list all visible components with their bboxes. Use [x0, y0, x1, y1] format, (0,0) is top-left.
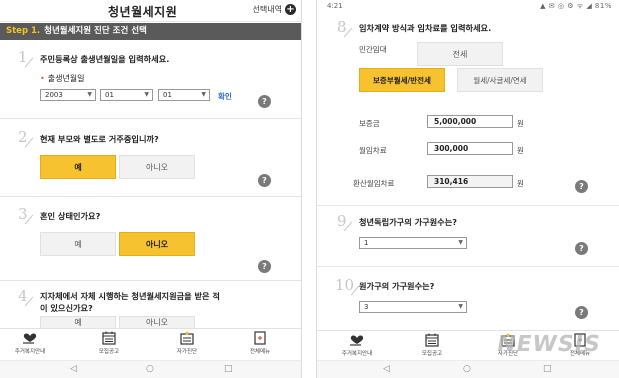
- chevron-down-icon: ▼: [144, 91, 149, 98]
- nav-label: 주거복지안내: [14, 349, 46, 355]
- lease-option-monthly[interactable]: 월세/사글세/연세: [457, 68, 543, 92]
- status-bar: 4:21 ▲ ✉ ◎ ⚙ ᯤ ◢ 81%: [317, 0, 619, 13]
- birth-day-select[interactable]: 01 ▼: [158, 89, 210, 101]
- chevron-down-icon: ▼: [458, 303, 463, 310]
- step-title: 청년월세지원 진단 조건 선택: [44, 26, 147, 36]
- help-icon[interactable]: ?: [575, 306, 588, 319]
- birthdate-label: • 출생년월일: [40, 74, 85, 83]
- back-button[interactable]: ◁: [383, 364, 390, 374]
- help-icon[interactable]: ?: [258, 95, 271, 108]
- question-1-text: 주민등록상 출생년월일을 입력하세요.: [40, 54, 170, 64]
- monthly-rent-unit: 원: [517, 146, 524, 155]
- divider: [0, 280, 301, 281]
- nav-all-menu[interactable]: 전체메뉴: [235, 331, 285, 355]
- chevron-down-icon: ▼: [87, 91, 92, 98]
- heart-hand-icon: [23, 333, 37, 344]
- lease-type-label: 민간임대: [359, 45, 387, 54]
- screenshot-root: 청년월세지원 선택내역 + Step 1. 청년월세지원 진단 조건 선택 1 주…: [0, 0, 619, 378]
- app-header: 청년월세지원 선택내역 +: [0, 0, 301, 22]
- birth-day-value: 01: [163, 91, 172, 99]
- left-phone-screen: 청년월세지원 선택내역 + Step 1. 청년월세지원 진단 조건 선택 1 주…: [0, 0, 302, 378]
- nav-label: 모집공고: [98, 349, 120, 355]
- system-nav-bar: ◁ ○ □: [0, 360, 301, 378]
- lease-option-jeonse[interactable]: 전세: [417, 42, 503, 66]
- chevron-down-icon: ▼: [458, 239, 463, 246]
- checklist-icon: [180, 331, 194, 345]
- q4-yes-option[interactable]: 예: [40, 316, 116, 328]
- q4-no-option[interactable]: 아니오: [119, 316, 195, 328]
- right-phone-screen: 4:21 ▲ ✉ ◎ ⚙ ᯤ ◢ 81% 8 임차계약 방식과 임차료를 입력하…: [316, 0, 619, 378]
- chevron-down-icon: ▼: [201, 91, 206, 98]
- divider: [0, 118, 301, 119]
- question-3-text: 혼인 상태인가요?: [40, 211, 101, 221]
- confirm-birthdate-button[interactable]: 확인: [218, 91, 232, 102]
- bottom-nav: 주거복지안내 모집공고 자가진단 전체메뉴: [0, 328, 301, 358]
- nav-recruitment-notice[interactable]: 모집공고: [407, 333, 457, 357]
- divider: [317, 266, 619, 267]
- lease-option-deposit-monthly[interactable]: 보증부월세/반전세: [359, 68, 445, 92]
- status-icons: ▲ ✉ ◎ ⚙ ᯤ ◢ 81%: [540, 2, 612, 10]
- original-household-size-select[interactable]: 3 ▼: [359, 301, 467, 313]
- independent-household-size-value: 1: [364, 239, 369, 247]
- converted-rent-unit: 원: [517, 179, 524, 188]
- calendar-icon: [102, 331, 116, 345]
- question-number-10: 10: [335, 276, 355, 294]
- divider: [0, 196, 301, 197]
- nav-housing-welfare[interactable]: 주거복지안내: [5, 331, 55, 355]
- app-title: 청년월세지원: [108, 5, 178, 19]
- nav-self-diagnosis[interactable]: 자가진단: [162, 331, 212, 355]
- home-button[interactable]: ○: [463, 364, 471, 374]
- help-icon[interactable]: ?: [575, 180, 588, 193]
- selection-history-label: 선택내역: [252, 5, 282, 14]
- selection-history-link[interactable]: 선택내역 +: [253, 4, 296, 15]
- converted-rent-label: 환산월임차료: [353, 179, 395, 188]
- q3-yes-option[interactable]: 예: [40, 232, 116, 256]
- question-2-text: 현재 부모와 별도로 거주중입니까?: [40, 134, 159, 144]
- monthly-rent-label: 월임차료: [359, 146, 387, 155]
- nav-recruitment-notice[interactable]: 모집공고: [84, 331, 134, 355]
- birth-month-value: 01: [105, 91, 114, 99]
- help-icon[interactable]: ?: [258, 174, 271, 187]
- help-icon[interactable]: ?: [258, 260, 271, 273]
- back-button[interactable]: ◁: [70, 364, 77, 374]
- menu-doc-icon: [254, 331, 266, 345]
- help-icon[interactable]: ?: [575, 242, 588, 255]
- birthdate-label-text: 출생년월일: [47, 74, 85, 83]
- deposit-input[interactable]: 5,000,000: [427, 115, 513, 128]
- question-8-text: 임차계약 방식과 임차료를 입력하세요.: [359, 23, 492, 33]
- nav-label: 전체메뉴: [249, 349, 271, 355]
- step-bar: Step 1. 청년월세지원 진단 조건 선택: [0, 23, 301, 40]
- system-nav-bar: ◁ ○ □: [317, 360, 619, 378]
- q3-no-option[interactable]: 아니오: [119, 232, 195, 256]
- step-number: Step 1.: [6, 26, 41, 36]
- birth-year-value: 2003: [45, 91, 63, 99]
- heart-hand-icon: [350, 335, 364, 346]
- question-10-text: 원가구의 가구원수는?: [359, 281, 435, 291]
- converted-rent-value: 310,416: [427, 175, 513, 188]
- independent-household-size-select[interactable]: 1 ▼: [359, 237, 467, 249]
- nav-label: 자가진단: [176, 349, 198, 355]
- question-4-text-line2: 이 있으신가요?: [40, 303, 93, 313]
- question-9-text: 청년독립가구의 가구원수는?: [359, 217, 457, 227]
- calendar-icon: [425, 333, 439, 347]
- monthly-rent-input[interactable]: 300,000: [427, 142, 513, 155]
- deposit-label: 보증금: [359, 119, 380, 128]
- birth-year-select[interactable]: 2003 ▼: [40, 89, 96, 101]
- q2-no-option[interactable]: 아니오: [119, 155, 195, 179]
- q2-yes-option[interactable]: 예: [40, 155, 116, 179]
- home-button[interactable]: ○: [146, 364, 154, 374]
- original-household-size-value: 3: [364, 303, 369, 311]
- nav-label: 모집공고: [421, 351, 443, 357]
- nav-label: 주거복지안내: [341, 351, 373, 357]
- news-watermark: NEWSIS: [495, 332, 604, 357]
- deposit-unit: 원: [517, 119, 524, 128]
- status-time: 4:21: [327, 2, 343, 10]
- divider: [317, 205, 619, 206]
- plus-circle-icon: +: [285, 4, 296, 15]
- recents-button[interactable]: □: [543, 364, 552, 374]
- birth-month-select[interactable]: 01 ▼: [100, 89, 153, 101]
- nav-housing-welfare[interactable]: 주거복지안내: [332, 333, 382, 357]
- recents-button[interactable]: □: [224, 364, 233, 374]
